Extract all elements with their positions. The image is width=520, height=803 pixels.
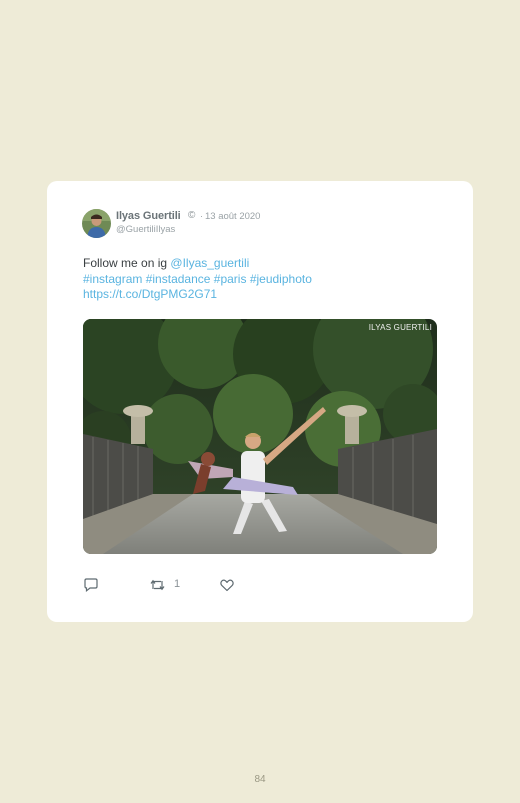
tweet-photo[interactable]: ILYAS GUERTILI (83, 319, 437, 554)
photo-watermark: ILYAS GUERTILI (368, 323, 432, 332)
page-number: 84 (254, 774, 266, 785)
tweet-text: Follow me on ig @Ilyas_guertili #instagr… (83, 256, 443, 303)
verified-icon: © (188, 210, 196, 221)
hashtag-link[interactable]: #jeudiphoto (250, 272, 312, 286)
reply-icon[interactable] (83, 577, 99, 598)
photo-illustration (83, 319, 437, 554)
tweet-url-link[interactable]: https://t.co/DtgPMG2G71 (83, 287, 217, 301)
heart-icon[interactable] (219, 577, 235, 598)
hashtag-link[interactable]: #paris (214, 272, 247, 286)
hashtag-link[interactable]: #instadance (146, 272, 211, 286)
avatar[interactable] (82, 209, 111, 238)
author-handle[interactable]: @GuertiliIlyas (116, 224, 175, 235)
mention-link[interactable]: @Ilyas_guertili (170, 256, 249, 270)
separator-dot: · (200, 211, 203, 221)
retweet-icon[interactable] (149, 577, 166, 598)
hashtag-line: #instagram #instadance #paris #jeudiphot… (83, 272, 443, 288)
retweet-count: 1 (174, 578, 181, 590)
tweet-date[interactable]: 13 août 2020 (205, 211, 260, 222)
tweet-text-line-1: Follow me on ig @Ilyas_guertili (83, 256, 443, 272)
author-name[interactable]: Ilyas Guertili (116, 210, 181, 222)
tweet-actions: 1 (83, 577, 283, 593)
hashtag-link[interactable]: #instagram (83, 272, 142, 286)
tweet-card: Ilyas Guertili © · 13 août 2020 @Guertil… (47, 181, 473, 622)
tweet-text-lead: Follow me on ig (83, 256, 168, 270)
